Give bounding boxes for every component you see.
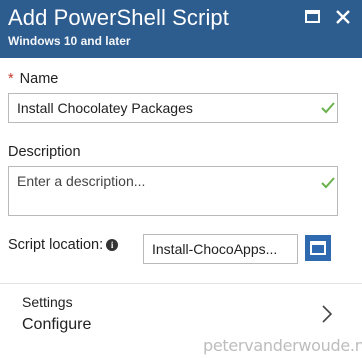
- chevron-right-icon: [322, 305, 333, 323]
- maximize-button[interactable]: [304, 8, 322, 26]
- close-button[interactable]: [334, 8, 352, 26]
- maximize-icon: [305, 10, 320, 23]
- description-field[interactable]: Enter a description...: [8, 166, 338, 216]
- watermark: petervanderwoude.nl: [203, 336, 362, 355]
- section-divider: [0, 283, 362, 284]
- close-icon: [336, 10, 350, 24]
- script-location-label-row: Script location: i: [8, 237, 119, 253]
- valid-check-icon: [321, 177, 335, 189]
- info-icon[interactable]: i: [106, 239, 119, 251]
- blade-title: Add PowerShell Script: [8, 5, 229, 30]
- settings-label: Settings: [22, 294, 73, 310]
- name-label-row: * Name: [8, 71, 58, 87]
- folder-browse-icon: [310, 241, 326, 255]
- settings-value: Configure: [22, 316, 92, 333]
- name-label: Name: [19, 71, 59, 87]
- name-input-value: Install Chocolatey Packages: [17, 100, 193, 116]
- script-location-value: Install-ChocoApps...: [152, 241, 278, 257]
- description-placeholder: Enter a description...: [17, 173, 146, 189]
- blade-subtitle: Windows 10 and later: [8, 34, 131, 48]
- script-location-label: Script location:: [8, 237, 104, 253]
- blade-header: Add PowerShell Script Windows 10 and lat…: [0, 0, 362, 58]
- description-label: Description: [8, 144, 81, 160]
- browse-file-button[interactable]: [305, 235, 331, 261]
- name-field[interactable]: Install Chocolatey Packages: [8, 93, 338, 123]
- valid-check-icon: [321, 102, 335, 114]
- required-marker: *: [8, 71, 14, 87]
- script-location-field[interactable]: Install-ChocoApps...: [143, 234, 298, 264]
